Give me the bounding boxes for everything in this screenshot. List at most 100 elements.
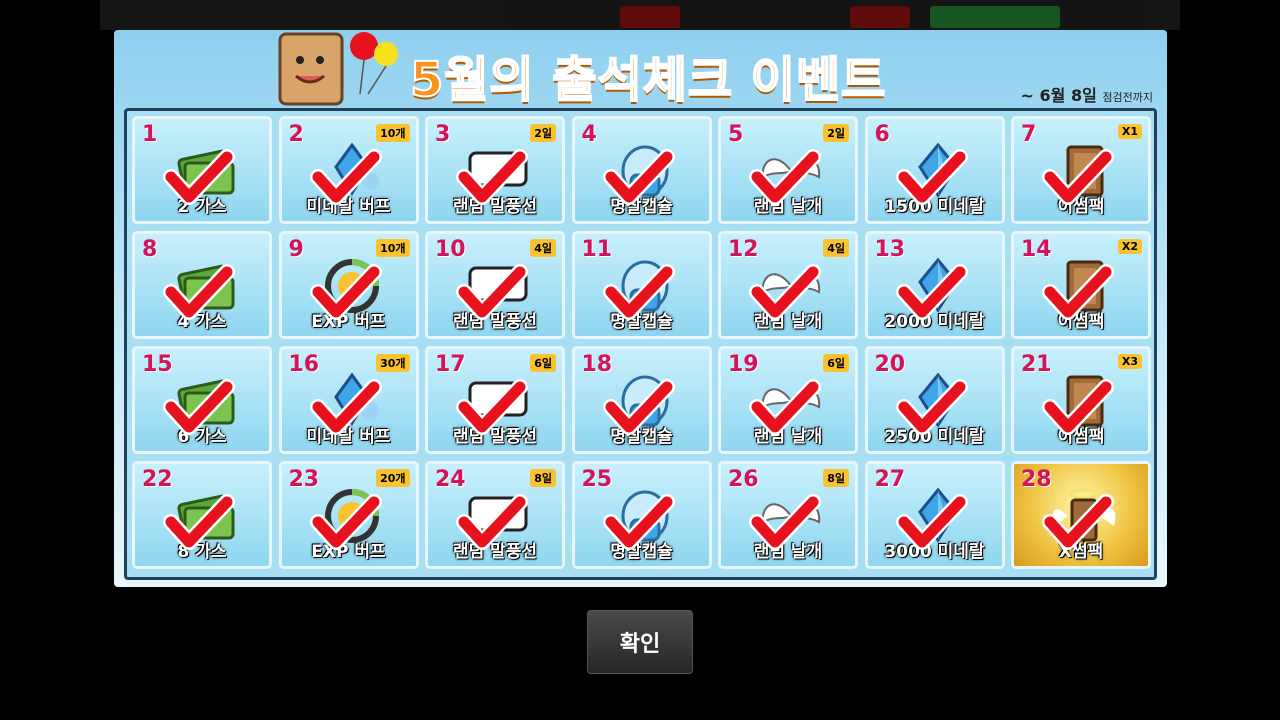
hud-segment — [930, 6, 1060, 28]
day-number: 17 — [435, 352, 466, 377]
reward-cell[interactable]: 5 2일 랜덤 날개 — [718, 116, 858, 224]
reward-cell[interactable]: 13 2000 미네랄 — [864, 231, 1005, 339]
day-number: 9 — [288, 237, 304, 262]
reward-cell[interactable]: 18 명찰캡슐 — [571, 346, 712, 454]
reward-cell[interactable]: 27 3000 미네랄 — [864, 461, 1005, 569]
event-header: 5월의 출석체크 이벤트 ~ 6월 8일 점검전까지 — [114, 30, 1167, 109]
reward-cell[interactable]: 4 명찰캡슐 — [571, 116, 712, 224]
day-number: 26 — [728, 467, 759, 492]
quantity-badge: 10개 — [376, 239, 410, 257]
reward-cell[interactable]: 24 8일 랜덤 말풍선 — [425, 461, 565, 569]
day-number: 21 — [1021, 352, 1052, 377]
checkmark-icon — [309, 379, 382, 435]
day-number: 7 — [1021, 122, 1037, 147]
reward-cell[interactable]: 3 2일 랜덤 말풍선 — [425, 116, 565, 224]
reward-grid: 12 가스 2 10개 미네랄 버프 3 2일 랜덤 말풍선 4 명찰캡슐 5 2일 랜덤 날개 6 15… — [132, 116, 1151, 569]
day-number: 3 — [435, 122, 451, 147]
reward-cell[interactable]: 25 명찰캡슐 — [571, 461, 712, 569]
checkmark-icon — [602, 379, 675, 435]
deadline-date: ~ 6월 8일 — [1020, 86, 1097, 105]
reward-cell[interactable]: 2 10개 미네랄 버프 — [278, 116, 419, 224]
reward-cell[interactable]: 23 20개 EXP 버프 — [278, 461, 419, 569]
reward-cell[interactable]: 19 6일 랜덤 날개 — [718, 346, 858, 454]
checkmark-icon — [456, 494, 528, 550]
quantity-badge: 2일 — [823, 124, 849, 142]
day-number: 10 — [435, 237, 466, 262]
quantity-badge: 6일 — [530, 354, 556, 372]
day-number: 5 — [728, 122, 744, 147]
checkmark-icon — [456, 379, 528, 435]
checkmark-icon — [163, 379, 235, 435]
event-deadline: ~ 6월 8일 점검전까지 — [1021, 82, 1153, 106]
checkmark-icon — [749, 379, 821, 435]
quantity-badge: 20개 — [376, 469, 410, 487]
day-number: 25 — [581, 467, 613, 492]
quantity-badge: X1 — [1117, 124, 1142, 139]
day-number: 8 — [142, 237, 158, 262]
reward-cell[interactable]: 21 X3 이썸팩 — [1011, 346, 1151, 454]
day-number: 2 — [288, 122, 304, 147]
quantity-badge: 30개 — [376, 354, 410, 372]
quantity-badge: 4일 — [530, 239, 556, 257]
checkmark-icon — [309, 264, 382, 320]
checkmark-icon — [602, 494, 675, 550]
reward-cell[interactable]: 14 X2 이썸팩 — [1011, 231, 1151, 339]
checkmark-icon — [895, 149, 968, 205]
checkmark-icon — [1042, 494, 1114, 550]
quantity-badge: 6일 — [823, 354, 849, 372]
quantity-badge: X2 — [1117, 239, 1142, 254]
checkmark-icon — [895, 494, 968, 550]
day-number: 1 — [142, 122, 158, 147]
reward-cell[interactable]: 10 4일 랜덤 말풍선 — [425, 231, 565, 339]
event-title: 5월의 출석체크 이벤트 — [409, 51, 887, 109]
confirm-button[interactable]: 확인 — [587, 610, 693, 674]
checkmark-icon — [602, 264, 675, 320]
checkmark-icon — [309, 494, 382, 550]
checkmark-icon — [456, 264, 528, 320]
day-number: 18 — [581, 352, 613, 377]
reward-cell[interactable]: 7 X1 이썸팩 — [1011, 116, 1151, 224]
day-number: 6 — [874, 122, 890, 147]
checkmark-icon — [895, 264, 968, 320]
reward-cell[interactable]: 28 X썸팩 — [1011, 461, 1151, 569]
day-number: 20 — [874, 352, 906, 377]
reward-cell[interactable]: 17 6일 랜덤 말풍선 — [425, 346, 565, 454]
deadline-suffix: 점검전까지 — [1102, 91, 1153, 104]
quantity-badge: 8일 — [530, 469, 556, 487]
reward-cell[interactable]: 6 1500 미네랄 — [864, 116, 1005, 224]
checkmark-icon — [895, 379, 968, 435]
reward-cell[interactable]: 16 30개 미네랄 버프 — [278, 346, 419, 454]
reward-cell[interactable]: 15 6 가스 — [132, 346, 272, 454]
checkmark-icon — [1042, 149, 1114, 205]
day-number: 13 — [874, 237, 906, 262]
reward-cell[interactable]: 22 8 가스 — [132, 461, 272, 569]
day-number: 24 — [435, 467, 466, 492]
checkmark-icon — [749, 494, 821, 550]
background-hud — [100, 0, 1180, 30]
reward-cell[interactable]: 12 가스 — [132, 116, 272, 224]
checkmark-icon — [163, 264, 235, 320]
day-number: 15 — [142, 352, 173, 377]
reward-cell[interactable]: 20 2500 미네랄 — [864, 346, 1005, 454]
attendance-board: 12 가스 2 10개 미네랄 버프 3 2일 랜덤 말풍선 4 명찰캡슐 5 2일 랜덤 날개 6 15… — [124, 108, 1157, 580]
day-number: 11 — [581, 237, 613, 262]
day-number: 14 — [1021, 237, 1052, 262]
checkmark-icon — [749, 264, 821, 320]
quantity-badge: 4일 — [823, 239, 849, 257]
reward-cell[interactable]: 11 명찰캡슐 — [571, 231, 712, 339]
day-number: 23 — [288, 467, 320, 492]
reward-cell[interactable]: 26 8일 랜덤 날개 — [718, 461, 858, 569]
hud-segment — [620, 6, 680, 28]
day-number: 27 — [874, 467, 906, 492]
quantity-badge: X3 — [1117, 354, 1142, 369]
balloons-icon — [350, 32, 398, 95]
checkmark-icon — [749, 149, 821, 205]
reward-cell[interactable]: 12 4일 랜덤 날개 — [718, 231, 858, 339]
reward-cell[interactable]: 9 10개 EXP 버프 — [278, 231, 419, 339]
checkmark-icon — [456, 149, 528, 205]
checkmark-icon — [163, 494, 235, 550]
checkmark-icon — [1042, 379, 1114, 435]
hud-segment — [850, 6, 910, 28]
checkmark-icon — [1042, 264, 1114, 320]
reward-cell[interactable]: 84 가스 — [132, 231, 272, 339]
